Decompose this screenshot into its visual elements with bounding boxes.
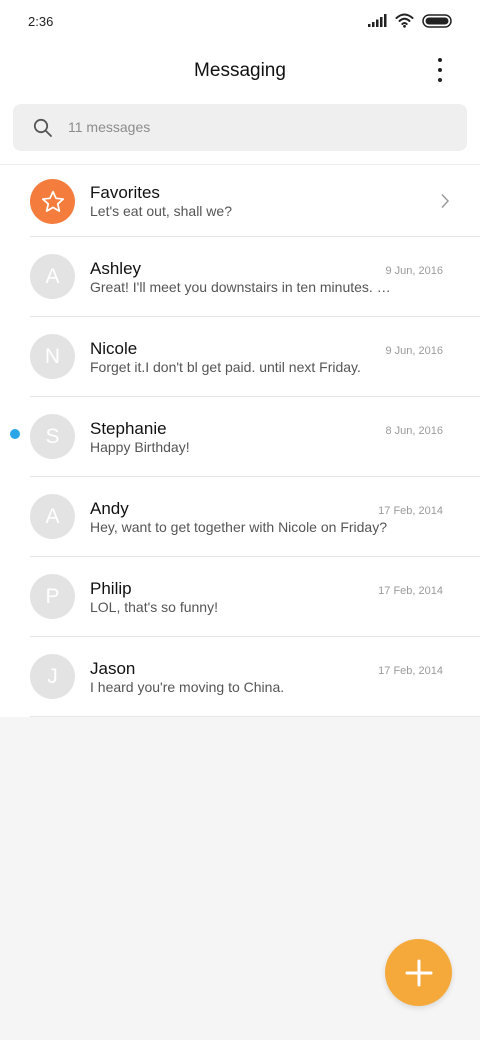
message-date: 8 Jun, 2016	[385, 425, 444, 437]
contact-name: Ashley	[90, 259, 142, 278]
message-date: 17 Feb, 2014	[378, 585, 443, 597]
messaging-screen: 2:36 Messaging 11 messages Favorites Let…	[0, 0, 480, 1040]
favorites-name: Favorites	[90, 183, 160, 202]
compose-button[interactable]	[385, 939, 452, 1006]
status-icons	[368, 13, 452, 28]
search-icon	[33, 118, 52, 137]
conversation-item[interactable]: J Jason I heard you're moving to China. …	[0, 637, 480, 717]
contact-name: Andy	[90, 499, 129, 518]
search-placeholder: 11 messages	[68, 119, 151, 135]
menu-dot	[438, 68, 442, 72]
avatar: A	[30, 254, 75, 299]
conversation-item[interactable]: S Stephanie Happy Birthday! 8 Jun, 2016	[0, 397, 480, 477]
menu-dot	[438, 58, 442, 62]
message-date: 17 Feb, 2014	[378, 505, 443, 517]
message-preview: I heard you're moving to China.	[90, 679, 285, 695]
chevron-right-icon	[441, 193, 450, 209]
contact-name: Nicole	[90, 339, 138, 358]
conversation-item[interactable]: N Nicole Forget it.I don't bl get paid. …	[0, 317, 480, 397]
message-preview: Forget it.I don't bl get paid. until nex…	[90, 359, 361, 375]
favorites-avatar	[30, 179, 75, 224]
status-bar: 2:36	[0, 0, 480, 44]
favorites-preview: Let's eat out, shall we?	[90, 203, 232, 219]
conversation-item[interactable]: A Ashley Great! I'll meet you downstairs…	[0, 237, 480, 317]
avatar: N	[30, 334, 75, 379]
plus-icon	[405, 959, 432, 986]
favorites-row[interactable]: Favorites Let's eat out, shall we?	[0, 165, 480, 237]
conversation-list: Favorites Let's eat out, shall we? A Ash…	[0, 164, 480, 717]
app-header: Messaging	[0, 44, 480, 96]
message-preview: Great! I'll meet you downstairs in ten m…	[90, 279, 395, 295]
menu-dot	[438, 78, 442, 82]
conversation-item[interactable]: P Philip LOL, that's so funny! 17 Feb, 2…	[0, 557, 480, 637]
contact-name: Stephanie	[90, 419, 167, 438]
message-date: 17 Feb, 2014	[378, 665, 443, 677]
message-preview: Happy Birthday!	[90, 439, 190, 455]
conversation-item[interactable]: A Andy Hey, want to get together with Ni…	[0, 477, 480, 557]
more-vertical-icon[interactable]	[430, 58, 450, 82]
search-bar[interactable]: 11 messages	[13, 104, 467, 151]
star-icon	[41, 190, 64, 212]
message-preview: Hey, want to get together with Nicole on…	[90, 519, 388, 535]
search-container: 11 messages	[0, 96, 480, 164]
battery-icon	[422, 13, 452, 28]
page-title: Messaging	[194, 60, 286, 81]
contact-name: Philip	[90, 579, 132, 598]
message-date: 9 Jun, 2016	[385, 265, 444, 277]
message-date: 9 Jun, 2016	[385, 345, 444, 357]
avatar: A	[30, 494, 75, 539]
unread-indicator	[10, 429, 20, 439]
message-preview: LOL, that's so funny!	[90, 599, 218, 615]
status-time: 2:36	[28, 14, 54, 29]
contact-name: Jason	[90, 659, 136, 678]
avatar: P	[30, 574, 75, 619]
signal-icon	[368, 14, 387, 27]
top-section: 2:36 Messaging 11 messages Favorites Let…	[0, 0, 480, 717]
wifi-icon	[395, 13, 414, 28]
avatar: J	[30, 654, 75, 699]
avatar: S	[30, 414, 75, 459]
